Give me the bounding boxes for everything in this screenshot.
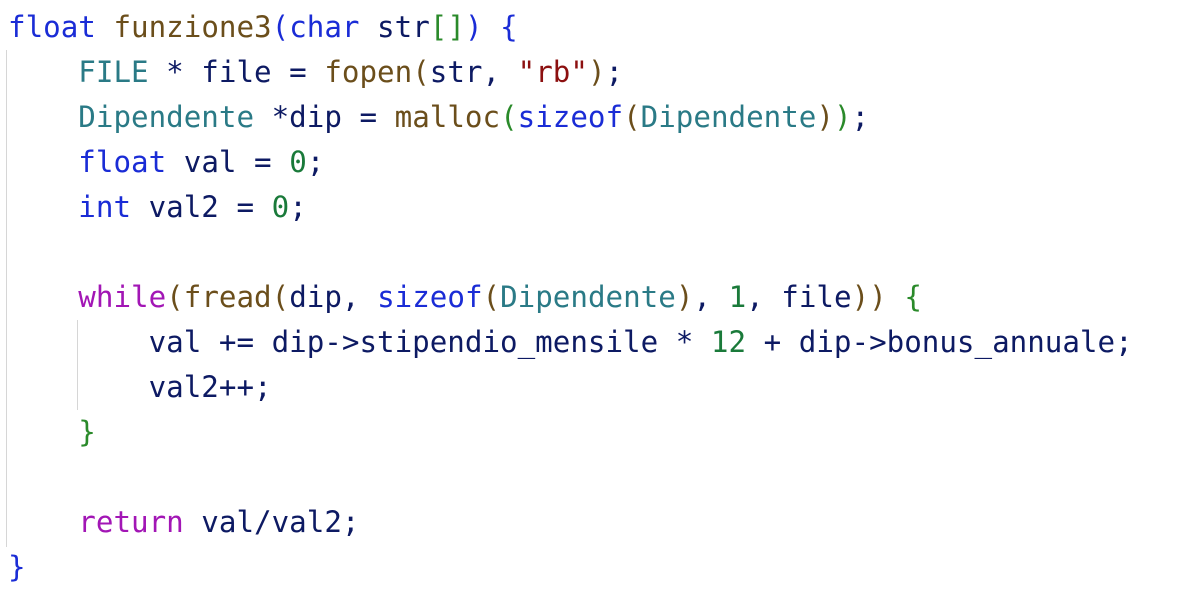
code-token-identifier (8, 415, 78, 449)
code-token-identifier (96, 10, 114, 44)
code-token-identifier: val += dip->stipendio_mensile * (8, 325, 711, 359)
code-token-paren-level3: ( (271, 280, 290, 314)
code-token-identifier: , file (746, 280, 852, 314)
code-line[interactable]: ​ (8, 455, 1133, 500)
code-token-identifier (8, 190, 78, 224)
code-token-keyword: int (78, 190, 132, 224)
code-line[interactable]: } (8, 410, 1133, 455)
code-token-paren-level3: ( (482, 280, 501, 314)
code-line[interactable]: val2++; (8, 365, 1133, 410)
code-token-identifier: val2++; (8, 370, 272, 404)
code-token-identifier (8, 145, 78, 179)
code-token-type: FILE (78, 55, 149, 89)
code-token-identifier: ; (289, 190, 307, 224)
code-token-keyword: sizeof (517, 100, 624, 134)
code-token-paren-level1: ) (464, 10, 483, 44)
code-token-keyword: sizeof (377, 280, 483, 314)
code-token-identifier (8, 280, 78, 314)
code-token-string: "rb" (517, 55, 588, 89)
code-token-function: fopen (324, 55, 413, 89)
code-token-paren-level3: ) (587, 55, 606, 89)
code-token-keyword: float (8, 10, 96, 44)
code-line[interactable]: } (8, 545, 1133, 590)
code-token-brace-inner: { (904, 280, 922, 314)
code-token-paren-level2: ) (833, 100, 852, 134)
code-token-identifier: ; (306, 145, 325, 179)
code-token-function: malloc (394, 100, 501, 134)
code-token-identifier (8, 100, 78, 134)
code-token-paren-level3: ( (166, 280, 184, 314)
code-line[interactable]: val += dip->stipendio_mensile * 12 + dip… (8, 320, 1133, 365)
code-line[interactable]: FILE * file = fopen(str, "rb"); (8, 50, 1133, 95)
code-token-identifier: dip, (289, 280, 378, 314)
code-line[interactable]: float funzione3(char str[]) { (8, 5, 1133, 50)
code-editor[interactable]: float funzione3(char str[]) { FILE * fil… (8, 5, 1133, 590)
code-token-identifier (8, 55, 78, 89)
code-line[interactable]: Dipendente *dip = malloc(sizeof(Dipenden… (8, 95, 1133, 140)
code-line[interactable]: while(fread(dip, sizeof(Dipendente), 1, … (8, 275, 1133, 320)
code-token-identifier (8, 505, 78, 539)
code-token-keyword: char (289, 10, 360, 44)
code-token-identifier: str, (429, 55, 518, 89)
code-token-paren-level3: ) (816, 100, 834, 134)
code-token-identifier: , (693, 280, 729, 314)
code-token-paren-level3: ( (623, 100, 641, 134)
code-token-function: fread (183, 280, 272, 314)
code-token-identifier: val/val2; (183, 505, 360, 539)
code-token-identifier (483, 10, 501, 44)
code-token-identifier: str (359, 10, 430, 44)
code-line[interactable]: int val2 = 0; (8, 185, 1133, 230)
code-token-paren-level1: ( (271, 10, 290, 44)
code-token-control: while (78, 280, 167, 314)
code-token-paren-level3: ) (675, 280, 694, 314)
code-line[interactable]: ​ (8, 230, 1133, 275)
code-token-brace-outer: { (500, 10, 518, 44)
code-token-identifier: *dip = (254, 100, 395, 134)
code-token-identifier: ; (605, 55, 624, 89)
code-token-number: 0 (271, 190, 290, 224)
code-token-type: Dipendente (500, 280, 676, 314)
code-token-control: return (78, 505, 184, 539)
code-token-identifier: ; (851, 100, 870, 134)
code-token-type: Dipendente (78, 100, 255, 134)
code-token-number: 12 (710, 325, 747, 359)
code-token-brace-inner: } (78, 415, 96, 449)
code-token-paren-level3: )) (851, 280, 887, 314)
code-token-identifier: + dip->bonus_annuale; (746, 325, 1133, 359)
code-token-identifier: * file = (148, 55, 325, 89)
code-line[interactable]: float val = 0; (8, 140, 1133, 185)
code-token-number: 1 (728, 280, 747, 314)
indent-guide-function-body (6, 50, 7, 547)
code-token-function: funzione3 (113, 10, 272, 44)
code-token-paren-level2: [] (429, 10, 465, 44)
code-token-number: 0 (289, 145, 307, 179)
code-token-paren-level3: ( (412, 55, 430, 89)
code-token-keyword: float (78, 145, 167, 179)
code-token-identifier: val = (166, 145, 290, 179)
code-token-type: Dipendente (640, 100, 817, 134)
code-token-paren-level2: ( (500, 100, 518, 134)
code-token-identifier (887, 280, 905, 314)
code-token-identifier: val2 = (131, 190, 272, 224)
code-line[interactable]: return val/val2; (8, 500, 1133, 545)
code-token-brace-outer: } (8, 550, 26, 584)
